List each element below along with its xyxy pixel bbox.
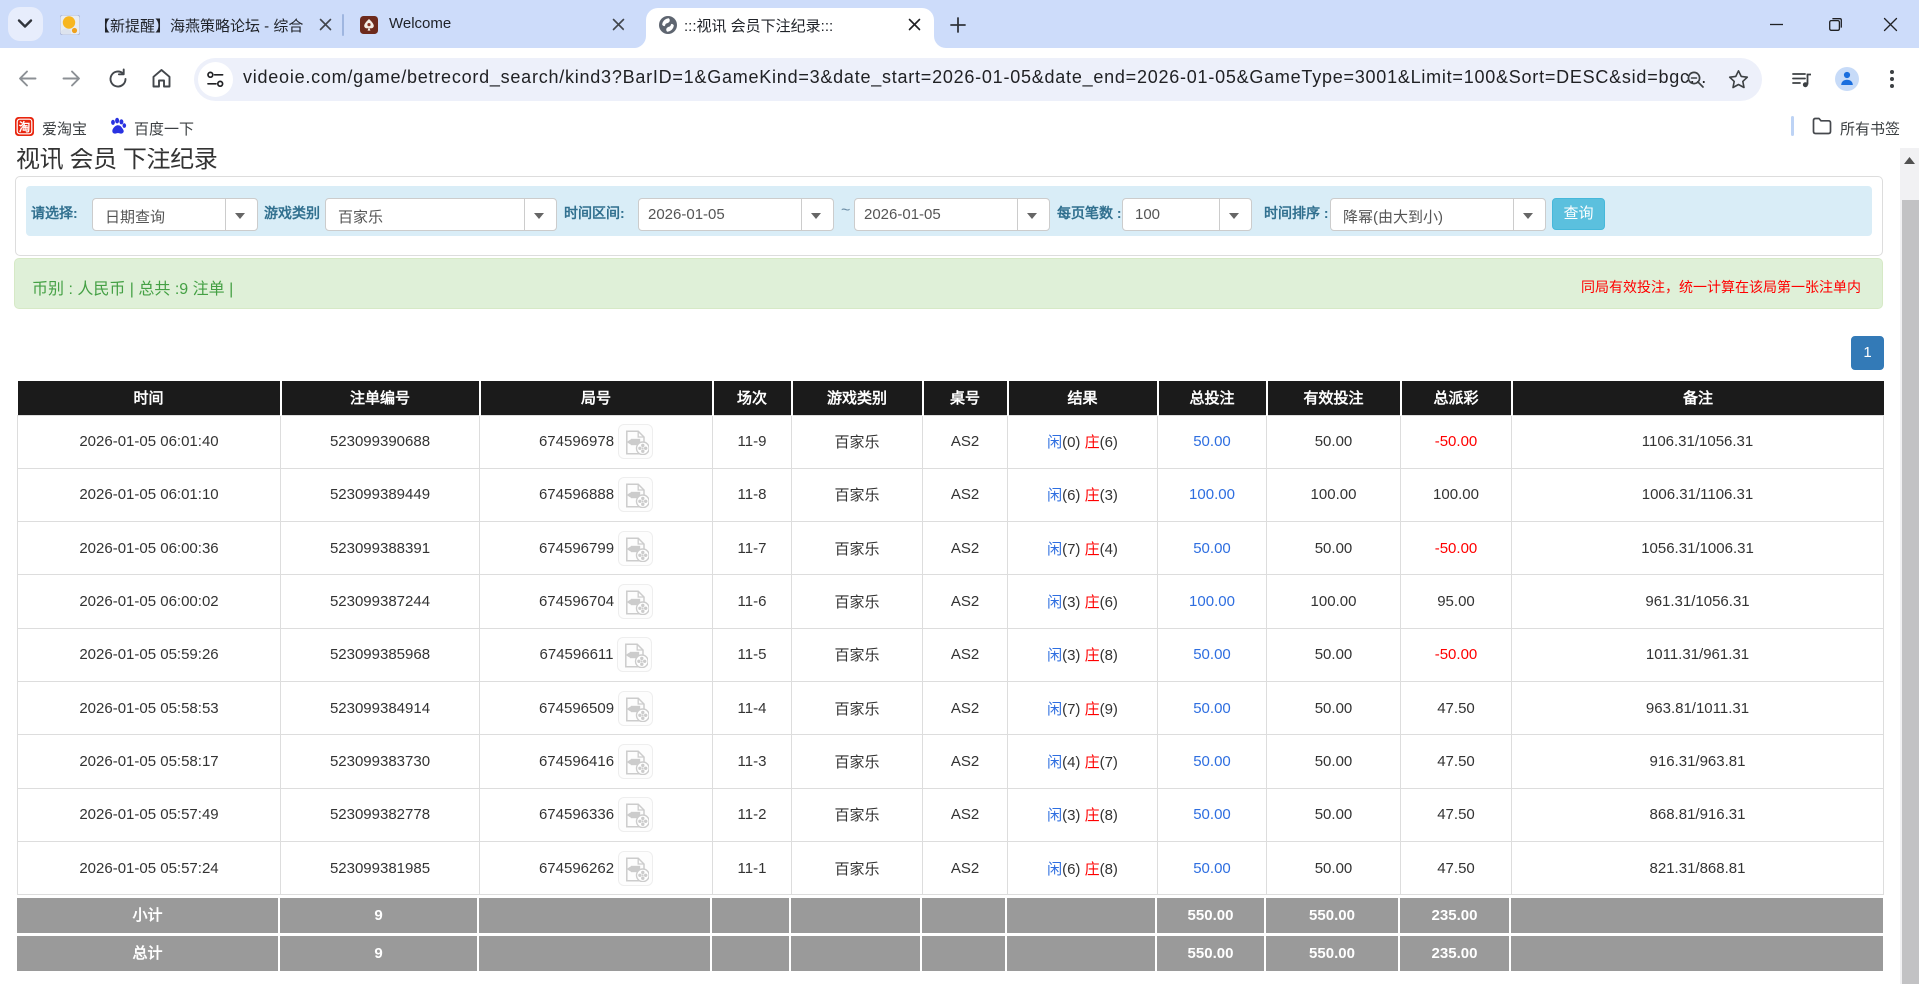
svg-text:淘: 淘 [19, 120, 31, 134]
